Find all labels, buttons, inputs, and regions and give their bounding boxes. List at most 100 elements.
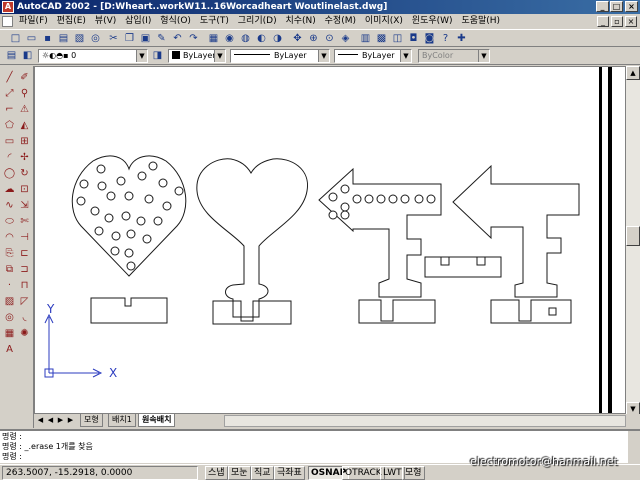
otrack-toggle[interactable]: OTRACK	[342, 466, 385, 480]
menu-window[interactable]: 윈도우(W)	[409, 15, 456, 28]
stretch-icon[interactable]: ⇲	[17, 198, 32, 213]
command-scrollbar[interactable]	[628, 431, 640, 463]
next-tab-icon[interactable]: ▶	[56, 415, 65, 426]
linetype-dropdown[interactable]: ByLayer ▼	[230, 49, 330, 63]
circle-icon[interactable]: ◯	[2, 166, 17, 181]
ellipse-icon[interactable]: ⬭	[2, 214, 17, 229]
trim-icon[interactable]: ✄	[17, 214, 32, 229]
mtext-icon[interactable]: A	[2, 342, 17, 357]
erase-icon[interactable]: ✐	[17, 70, 32, 85]
menu-draw[interactable]: 그리기(D)	[235, 15, 280, 28]
undo-icon[interactable]: ↶	[170, 31, 185, 46]
doc-close-button[interactable]: ×	[625, 16, 637, 27]
xline-icon[interactable]: ⤢	[2, 86, 17, 101]
chamfer-icon[interactable]: ◸	[17, 294, 32, 309]
layer-dropdown[interactable]: ☼◐◓▪ 0 ▼	[38, 49, 148, 63]
menu-image[interactable]: 이미지(X)	[362, 15, 406, 28]
ortho-toggle[interactable]: 직교	[251, 466, 274, 480]
snap-toggle[interactable]: 스냅	[205, 466, 228, 480]
menu-format[interactable]: 형식(O)	[157, 15, 194, 28]
array-icon[interactable]: ⊞	[17, 134, 32, 149]
offset-icon[interactable]: ◭	[17, 118, 32, 133]
express-icon[interactable]: ✚	[454, 31, 469, 46]
menu-edit[interactable]: 편집(E)	[54, 15, 89, 28]
menu-help[interactable]: 도움말(H)	[458, 15, 503, 28]
redo-icon[interactable]: ↷	[186, 31, 201, 46]
minimize-button[interactable]: _	[596, 1, 609, 12]
point-icon[interactable]: ·	[2, 278, 17, 293]
fillet-icon[interactable]: ◟	[17, 310, 32, 325]
copy-object-icon[interactable]: ⚲	[17, 86, 32, 101]
horizontal-scrollbar[interactable]	[224, 415, 626, 427]
grid-toggle[interactable]: 모눈	[228, 466, 251, 480]
layer-manager-icon[interactable]: ▤	[4, 48, 19, 63]
polygon-icon[interactable]: ⬠	[2, 118, 17, 133]
join-icon[interactable]: ⊓	[17, 278, 32, 293]
lwt-toggle[interactable]: LWT	[380, 466, 405, 480]
table-icon[interactable]: ▦	[2, 326, 17, 341]
zoom-window-icon[interactable]: ⊙	[322, 31, 337, 46]
menu-view[interactable]: 뷰(V)	[92, 15, 119, 28]
prev-tab-icon[interactable]: ◀	[46, 415, 55, 426]
dbconnect-icon[interactable]: ◘	[406, 31, 421, 46]
document-icon[interactable]	[2, 16, 13, 27]
vertical-scrollbar[interactable]: ▲ ▼	[626, 66, 640, 416]
lineweight-dropdown[interactable]: ByLayer ▼	[334, 49, 412, 63]
new-icon[interactable]: □	[8, 31, 23, 46]
tab-model[interactable]: 모형	[80, 414, 103, 427]
browser-icon[interactable]: ◉	[222, 31, 237, 46]
save-icon[interactable]: ▪	[40, 31, 55, 46]
region-icon[interactable]: ◎	[2, 310, 17, 325]
command-prompt[interactable]: 명령 :	[2, 452, 22, 462]
move-icon[interactable]: ✢	[17, 150, 32, 165]
model-toggle[interactable]: 모형	[402, 466, 425, 480]
rotate-icon[interactable]: ↻	[17, 166, 32, 181]
mirror-icon[interactable]: ⚠	[17, 102, 32, 117]
paste-icon[interactable]: ▣	[138, 31, 153, 46]
make-current-layer-icon[interactable]: ◨	[150, 48, 165, 63]
toolpalette-icon[interactable]: ◫	[390, 31, 405, 46]
maximize-button[interactable]: □	[610, 1, 623, 12]
scale-icon[interactable]: ⊡	[17, 182, 32, 197]
break-at-point-icon[interactable]: ⊐	[17, 262, 32, 277]
make-block-icon[interactable]: ⧉	[2, 262, 17, 277]
spline-icon[interactable]: ∿	[2, 198, 17, 213]
revcloud-icon[interactable]: ☁	[2, 182, 17, 197]
menu-insert[interactable]: 삽입(I)	[122, 15, 154, 28]
tab-layout-active[interactable]: 원속배치	[138, 414, 176, 427]
insert-block-icon[interactable]: ⎘	[2, 246, 17, 261]
zoom-icon[interactable]: ⊕	[306, 31, 321, 46]
today-icon[interactable]: ▦	[206, 31, 221, 46]
preview-icon[interactable]: ▧	[72, 31, 87, 46]
markup-icon[interactable]: ◙	[422, 31, 437, 46]
close-button[interactable]: ×	[625, 1, 638, 12]
first-tab-icon[interactable]: ◀	[36, 415, 45, 426]
menu-file[interactable]: 파일(F)	[16, 15, 51, 28]
extend-icon[interactable]: ⊣	[17, 230, 32, 245]
pan-icon[interactable]: ✥	[290, 31, 305, 46]
rectangle-icon[interactable]: ▭	[2, 134, 17, 149]
designcenter-icon[interactable]: ▩	[374, 31, 389, 46]
publish-icon[interactable]: ◐	[254, 31, 269, 46]
object-icon[interactable]: ◑	[270, 31, 285, 46]
polar-toggle[interactable]: 극좌표	[274, 466, 305, 480]
properties-icon[interactable]: ▥	[358, 31, 373, 46]
print-icon[interactable]: ▤	[56, 31, 71, 46]
line-icon[interactable]: ╱	[2, 70, 17, 85]
autocad-logo-icon[interactable]: A	[2, 1, 14, 13]
menu-tools[interactable]: 도구(T)	[197, 15, 232, 28]
hatch-icon[interactable]: ▨	[2, 294, 17, 309]
menu-dimension[interactable]: 치수(N)	[282, 15, 318, 28]
find-icon[interactable]: ◎	[88, 31, 103, 46]
color-dropdown[interactable]: ByLayer ▼	[168, 49, 226, 63]
matchprop-icon[interactable]: ✎	[154, 31, 169, 46]
doc-restore-button[interactable]: ▫	[611, 16, 623, 27]
scroll-up-icon[interactable]: ▲	[626, 66, 640, 80]
scroll-thumb[interactable]	[626, 226, 640, 246]
polyline-icon[interactable]: ⌐	[2, 102, 17, 117]
coordinates-readout[interactable]: 263.5007, -15.2918, 0.0000	[2, 466, 198, 480]
cut-icon[interactable]: ✂	[106, 31, 121, 46]
arc-icon[interactable]: ◜	[2, 150, 17, 165]
help-icon[interactable]: ?	[438, 31, 453, 46]
doc-minimize-button[interactable]: _	[597, 16, 609, 27]
